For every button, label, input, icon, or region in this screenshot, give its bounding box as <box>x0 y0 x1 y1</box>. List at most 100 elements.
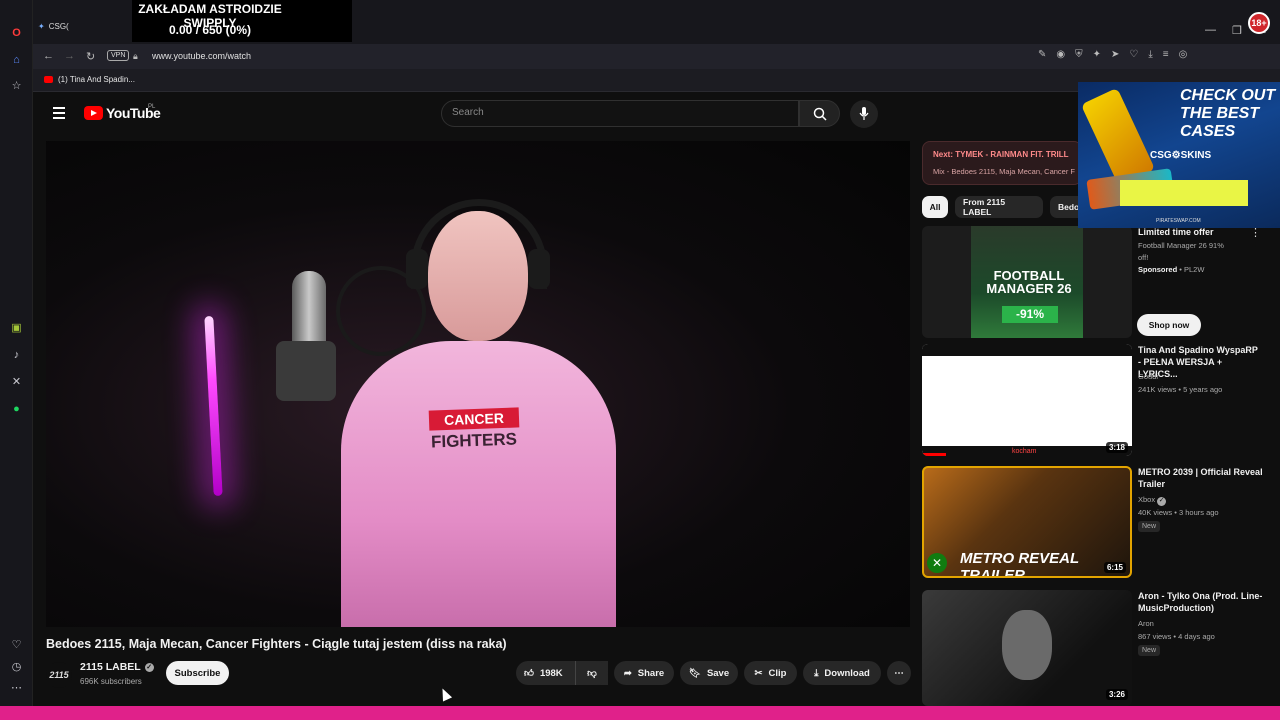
apps-icon[interactable]: ▣ <box>9 320 24 335</box>
spotify-icon[interactable]: ● <box>9 401 24 416</box>
save-label: Save <box>706 667 730 679</box>
menu-icon[interactable]: ≡ <box>1163 49 1169 60</box>
subscribe-button[interactable]: Subscribe <box>166 661 229 685</box>
chip-all[interactable]: All <box>922 196 948 218</box>
video-title: Bedoes 2115, Maja Mecan, Cancer Fighters… <box>46 637 507 651</box>
stream-bottom-bar <box>0 706 1280 720</box>
ad-thumbnail[interactable]: FOOTBALL MANAGER 26 -91% <box>922 226 1132 338</box>
dislike-button[interactable]: 👎︎ <box>575 661 608 685</box>
browser-toolbar: ✎ ◉ ⛨ ✦ ➤ ♡ ⤓ ≡ ◎ <box>1038 49 1187 60</box>
search-placeholder: Search <box>452 107 484 118</box>
video-frame: CANCER FIGHTERS <box>46 141 910 627</box>
search-input[interactable] <box>441 100 799 127</box>
thumbs-up-icon: 👍︎ <box>524 668 534 679</box>
advertiser-name: PL2W <box>1183 265 1205 274</box>
microphone-mount <box>276 341 336 401</box>
youtube-play-icon <box>84 106 103 120</box>
edit-icon[interactable]: ✎ <box>1038 49 1046 60</box>
duration-badge: 3:18 <box>1105 442 1128 453</box>
channel-name[interactable]: Aron <box>1138 618 1268 630</box>
bookmark-icon: 🔖︎ <box>688 667 701 679</box>
search-button[interactable] <box>799 100 840 127</box>
send-icon[interactable]: ➤ <box>1111 49 1119 60</box>
extension-icon[interactable]: ✦ <box>1093 49 1101 60</box>
channel-name[interactable]: 2115 LABEL ✓ <box>80 661 154 673</box>
verified-icon: ✓ <box>144 662 154 672</box>
forward-icon[interactable]: → <box>64 50 75 62</box>
video-player[interactable]: CANCER FIGHTERS <box>46 141 910 627</box>
bookmark-item[interactable]: (1) Tina And Spadin... <box>44 75 135 84</box>
duration-badge: 3:26 <box>1105 689 1128 700</box>
browser-tab[interactable]: ✦ CSG( <box>38 22 69 31</box>
thumbnail-top-band <box>922 344 1132 356</box>
promo-headline: CHECK OUT THE BEST CASES <box>1180 87 1276 140</box>
age-rating-badge: 18+ <box>1248 12 1270 34</box>
tab-favicon-icon: ✦ <box>38 22 45 31</box>
share-button[interactable]: ➦ Share <box>614 661 674 685</box>
shirt-print-line1: CANCER <box>428 407 520 431</box>
video-meta: 40K views • 3 hours ago <box>1138 508 1219 517</box>
video-meta: 867 views • 4 days ago <box>1138 632 1215 641</box>
new-badge: New <box>1138 645 1161 656</box>
download-label: Download <box>824 667 870 679</box>
channel-name-text: 2115 LABEL <box>80 661 141 673</box>
thumbs-down-icon: 👎︎ <box>587 668 597 679</box>
promo-footer: PIRATESWAP.COM <box>1156 218 1201 224</box>
video-thumbnail[interactable]: 3:26 <box>922 590 1132 706</box>
more-actions-button[interactable]: ⋯ <box>887 661 911 685</box>
history-icon[interactable]: ◷ <box>9 659 24 674</box>
headphone-cup-right <box>528 249 550 289</box>
microphone-icon <box>859 107 869 120</box>
video-thumbnail[interactable]: METRO REVEAL TRAILER ✕ 6:15 <box>922 466 1132 578</box>
up-next-panel[interactable] <box>922 141 1082 185</box>
download-icon[interactable]: ⤓ <box>1148 49 1152 60</box>
thumbnail-face <box>1002 610 1052 680</box>
xbox-icon: ✕ <box>927 553 947 573</box>
home-icon[interactable]: ⌂ <box>9 52 24 67</box>
share-label: Share <box>637 667 665 679</box>
video-title[interactable]: Aron - Tylko Ona (Prod. Line-MusicProduc… <box>1138 590 1263 614</box>
lock-icon[interactable]: 🔒︎ <box>133 51 138 62</box>
minimize-icon[interactable]: — <box>1205 24 1216 37</box>
hamburger-menu-icon[interactable] <box>53 107 65 122</box>
reload-icon[interactable]: ↻ <box>86 50 95 63</box>
channel-name[interactable]: Xbox ✓ <box>1138 494 1268 506</box>
shop-now-button[interactable]: Shop now <box>1137 314 1201 336</box>
channel-name[interactable]: Goudi <box>1138 371 1268 383</box>
new-badge: New <box>1138 521 1161 532</box>
url-field[interactable]: www.youtube.com/watch <box>152 51 251 61</box>
maximize-icon[interactable]: ❐ <box>1232 24 1242 37</box>
heart-icon[interactable]: ♡ <box>9 637 24 652</box>
profile-icon[interactable]: ◎ <box>1179 49 1188 60</box>
up-next-title: Next: TYMEK - RAINMAN FIT. TRILL <box>933 150 1069 159</box>
channel-avatar[interactable]: 2115 <box>46 662 72 688</box>
duration-badge: 6:15 <box>1103 562 1126 573</box>
shield-icon[interactable]: ⛨ <box>1075 49 1083 60</box>
heart-icon[interactable]: ♡ <box>1129 49 1138 60</box>
save-button[interactable]: 🔖︎ Save <box>680 661 738 685</box>
more-icon[interactable]: ⋯ <box>9 680 24 695</box>
scissors-icon: ✂ <box>754 667 763 679</box>
voice-search-button[interactable] <box>850 100 878 128</box>
tab-label: CSG( <box>48 22 69 31</box>
chip-from-channel[interactable]: From 2115 LABEL <box>955 196 1043 218</box>
camera-icon[interactable]: ◉ <box>1056 49 1065 60</box>
like-count: 198K <box>539 667 563 679</box>
share-icon: ➦ <box>623 667 632 679</box>
star-icon[interactable]: ☆ <box>9 78 24 93</box>
x-icon[interactable]: ✕ <box>9 374 24 389</box>
back-icon[interactable]: ← <box>43 50 54 62</box>
clip-button[interactable]: ✂ Clip <box>744 661 797 685</box>
ad-sponsor-line: Sponsored • PL2W <box>1138 264 1268 276</box>
more-horizontal-icon: ⋯ <box>894 667 904 679</box>
download-button[interactable]: ⤓ Download <box>803 661 881 685</box>
clip-label: Clip <box>768 667 787 679</box>
video-thumbnail[interactable]: kocham 3:18 <box>922 344 1132 456</box>
video-title[interactable]: METRO 2039 | Official Reveal Trailer <box>1138 466 1263 490</box>
tiktok-icon[interactable]: ♪ <box>9 347 24 362</box>
opera-logo-icon[interactable]: O <box>9 25 24 40</box>
bookmark-label: (1) Tina And Spadin... <box>58 75 135 84</box>
vpn-badge[interactable]: VPN <box>107 50 130 61</box>
channel-name-text: Xbox <box>1138 495 1156 504</box>
youtube-favicon-icon <box>44 76 53 83</box>
